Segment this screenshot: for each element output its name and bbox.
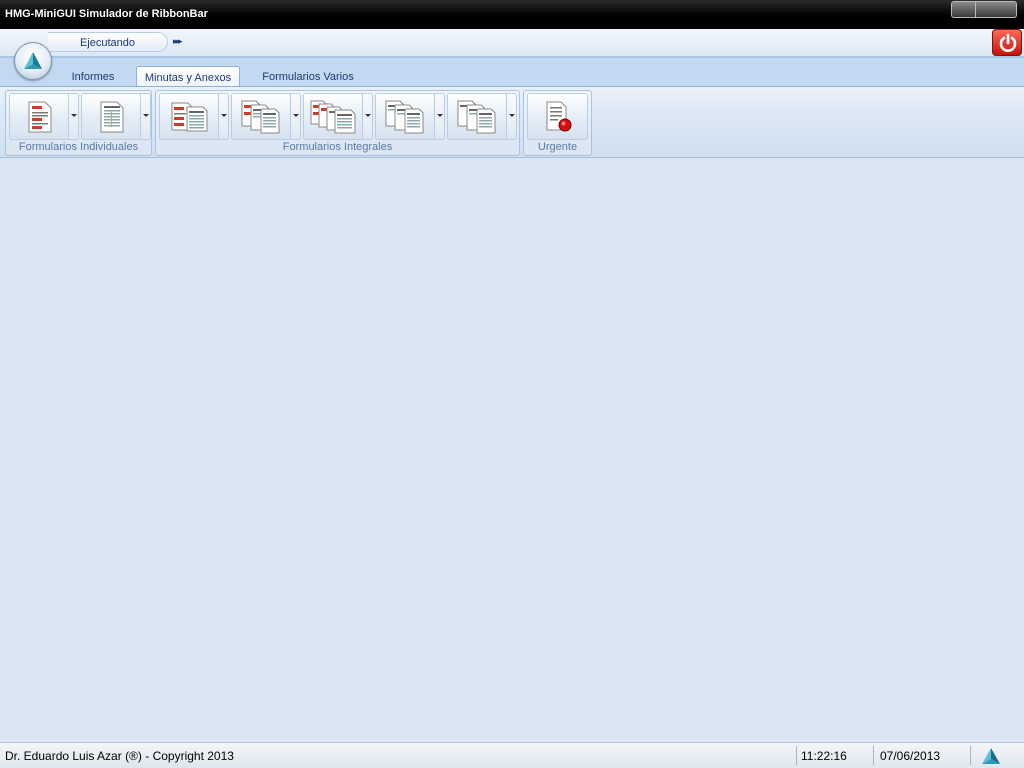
document-red-icon [28,101,52,133]
individual-form-button-1[interactable] [9,93,79,140]
urgent-button[interactable] [527,93,588,140]
integral-form-button-5[interactable] [447,93,517,140]
documents-stack-large-icon [310,100,356,134]
window-title: HMG-MiniGUI Simulador de RibbonBar [5,8,208,20]
integral-form-button-3-main[interactable] [303,93,363,140]
power-icon [999,33,1017,52]
status-date: 07/06/2013 [880,749,941,763]
status-time: 11:22:16 [801,749,847,763]
integral-form-button-2-main[interactable] [231,93,291,140]
urgent-document-icon [546,101,572,132]
app-orb-icon [24,52,42,69]
integral-form-button-5-dropdown[interactable] [507,93,517,140]
documents-table-stack-icon [385,100,424,134]
title-bar: HMG-MiniGUI Simulador de RibbonBar [0,0,1024,30]
integral-form-button-1[interactable] [159,93,229,140]
integral-form-button-1-main[interactable] [159,93,219,140]
integral-form-button-4-main[interactable] [375,93,435,140]
quick-access-more-icon[interactable]: ▸▸▸ [173,37,182,47]
integral-form-button-4-dropdown[interactable] [435,93,445,140]
integral-form-button-5-main[interactable] [447,93,507,140]
integral-form-button-2[interactable] [231,93,301,140]
integral-form-button-2-dropdown[interactable] [291,93,301,140]
minimize-button[interactable] [951,1,976,18]
group-label-individuales: Formularios Individuales [18,141,139,153]
status-separator [970,746,971,765]
group-urgente: Urgente [523,90,592,156]
status-bar: Dr. Eduardo Luis Azar (®) - Copyright 20… [0,742,1024,768]
group-formularios-integrales: Formularios Integrales [155,90,520,156]
ribbon-tab-strip: Informes Minutas y Anexos Formularios Va… [0,58,1024,87]
power-button[interactable] [992,29,1022,56]
app-window: HMG-MiniGUI Simulador de RibbonBar Ejecu… [0,0,1024,768]
application-orb-button[interactable] [14,42,52,80]
individual-form-button-1-dropdown[interactable] [69,93,79,140]
documents-red-icon [171,102,208,132]
documents-table-stack-2-icon [457,100,496,134]
integral-form-button-3[interactable] [303,93,373,140]
individual-form-button-2-dropdown[interactable] [141,93,151,140]
status-separator [873,746,874,765]
individual-form-button-1-main[interactable] [9,93,69,140]
ribbon-panel: Formularios Individuales Formularios Int… [0,86,1024,158]
app-logo-icon [982,748,1000,764]
tab-minutas-y-anexos[interactable]: Minutas y Anexos [136,66,240,87]
group-formularios-individuales: Formularios Individuales [5,90,152,156]
group-label-integrales: Formularios Integrales [282,141,393,153]
close-window-button[interactable] [975,1,1017,18]
main-content-area [0,158,1024,742]
tab-formularios-varios[interactable]: Formularios Varios [256,66,360,86]
integral-form-button-1-dropdown[interactable] [219,93,229,140]
status-copyright: Dr. Eduardo Luis Azar (®) - Copyright 20… [5,749,234,763]
status-separator [796,746,797,765]
integral-form-button-4[interactable] [375,93,445,140]
quick-access-toolbar: Ejecutando ▸▸▸ [0,29,1024,58]
tab-informes[interactable]: Informes [62,66,124,86]
document-table-icon [100,101,124,133]
individual-form-button-2-main[interactable] [81,93,141,140]
integral-form-button-3-dropdown[interactable] [363,93,373,140]
quick-access-ejecutando[interactable]: Ejecutando [48,32,168,52]
group-label-urgente: Urgente [537,141,578,153]
individual-form-button-2[interactable] [81,93,151,140]
documents-stack-red-icon [241,100,280,134]
